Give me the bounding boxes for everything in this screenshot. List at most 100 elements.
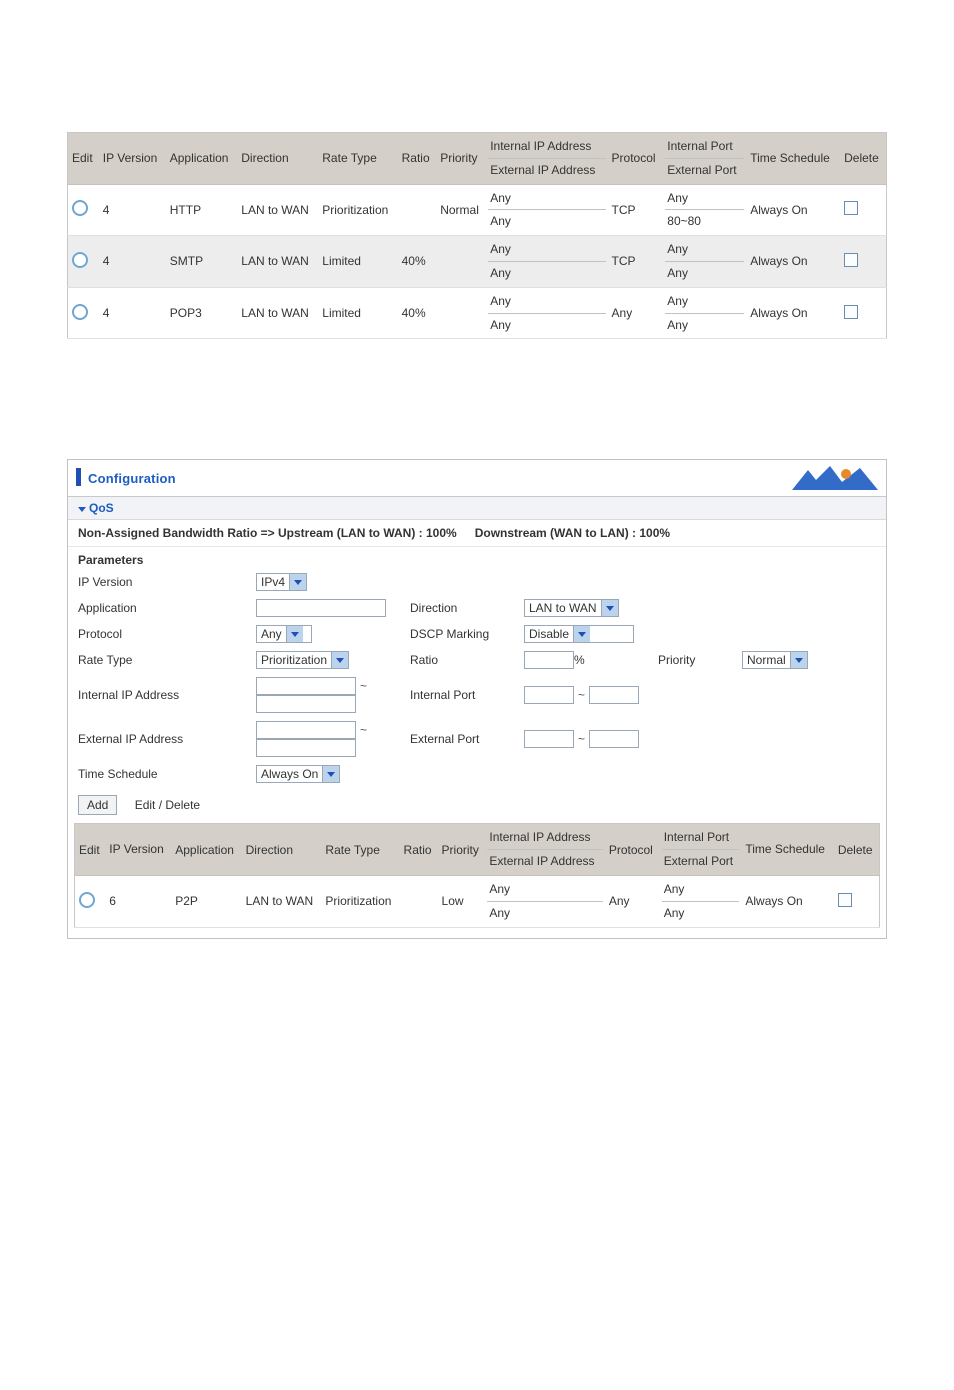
chevron-down-icon: [331, 652, 348, 668]
table-row: 4HTTPLAN to WANPrioritizationNormalAnyAn…: [68, 184, 887, 236]
cell-ts: Always On: [746, 184, 840, 236]
th-rate: Rate Type: [321, 824, 399, 876]
cell-prio: Low: [438, 875, 486, 927]
cell-prio: [436, 287, 486, 339]
cell-rate: Prioritization: [318, 184, 397, 236]
th-proto: Protocol: [608, 133, 664, 185]
cell-proto: Any: [605, 875, 660, 927]
th-ipver: IP Version: [99, 133, 166, 185]
edit-radio[interactable]: [72, 304, 88, 320]
internal-port-label: Internal Port: [410, 688, 520, 702]
external-ip-to[interactable]: [256, 739, 356, 757]
th-ts: Time Schedule: [741, 824, 833, 876]
chevron-down-icon: [286, 626, 303, 642]
cell-port: Any80~80: [663, 184, 746, 236]
protocol-label: Protocol: [78, 625, 256, 643]
cell-app: POP3: [166, 287, 238, 339]
cell-proto: TCP: [608, 184, 664, 236]
th-proto: Protocol: [605, 824, 660, 876]
delete-checkbox[interactable]: [844, 305, 858, 319]
cell-ipver: 6: [105, 875, 171, 927]
bandwidth-info: Non-Assigned Bandwidth Ratio => Upstream…: [68, 520, 886, 547]
cell-port: AnyAny: [663, 287, 746, 339]
th-ts: Time Schedule: [746, 133, 840, 185]
external-ip-label: External IP Address: [78, 721, 256, 757]
delete-checkbox[interactable]: [838, 893, 852, 907]
priority-select[interactable]: Normal: [742, 651, 808, 669]
th-del: Delete: [840, 133, 886, 185]
cell-ts: Always On: [746, 236, 840, 288]
panel-title: Configuration: [88, 471, 176, 486]
internal-ip-from[interactable]: [256, 677, 356, 695]
external-ip-from[interactable]: [256, 721, 356, 739]
th-ip: Internal IP AddressExternal IP Address: [486, 133, 607, 185]
cell-port: AnyAny: [660, 875, 742, 927]
application-label: Application: [78, 599, 256, 617]
external-port-from[interactable]: [524, 730, 574, 748]
cell-rate: Limited: [318, 236, 397, 288]
th-port: Internal PortExternal Port: [660, 824, 742, 876]
application-input[interactable]: [256, 599, 386, 617]
cell-ratio: [400, 875, 438, 927]
internal-port-to[interactable]: [589, 686, 639, 704]
cell-port: AnyAny: [663, 236, 746, 288]
ratio-label: Ratio: [410, 653, 520, 667]
table-row: 4SMTPLAN to WANLimited40%AnyAnyTCPAnyAny…: [68, 236, 887, 288]
dscp-label: DSCP Marking: [410, 627, 520, 641]
edit-radio[interactable]: [79, 892, 95, 908]
cell-proto: Any: [608, 287, 664, 339]
dscp-select[interactable]: Disable: [524, 625, 634, 643]
pct-label: %: [574, 653, 585, 667]
direction-select[interactable]: LAN to WAN: [524, 599, 619, 617]
cell-ipver: 4: [99, 184, 166, 236]
delete-checkbox[interactable]: [844, 253, 858, 267]
edit-radio[interactable]: [72, 252, 88, 268]
chevron-down-icon: [790, 652, 807, 668]
add-button[interactable]: Add: [78, 795, 117, 815]
th-prio: Priority: [436, 133, 486, 185]
chevron-down-icon: [601, 600, 618, 616]
priority-label: Priority: [658, 653, 738, 667]
internal-ip-to[interactable]: [256, 695, 356, 713]
cell-ratio: [398, 184, 437, 236]
edit-radio[interactable]: [72, 200, 88, 216]
panel-accent: [76, 468, 81, 486]
ratetype-label: Rate Type: [78, 651, 256, 669]
time-schedule-select[interactable]: Always On: [256, 765, 340, 783]
external-port-to[interactable]: [589, 730, 639, 748]
internal-ip-label: Internal IP Address: [78, 677, 256, 713]
cell-ratio: 40%: [398, 287, 437, 339]
th-del: Delete: [834, 824, 880, 876]
ratio-input[interactable]: [524, 651, 574, 669]
cell-ts: Always On: [746, 287, 840, 339]
cell-ip: AnyAny: [485, 875, 604, 927]
caret-down-icon: [78, 507, 86, 512]
cell-ratio: 40%: [398, 236, 437, 288]
th-ratio: Ratio: [400, 824, 438, 876]
cell-ipver: 4: [99, 236, 166, 288]
qos-rules-table-top: Edit IP Version Application Direction Ra…: [67, 132, 887, 339]
table-row: 6P2PLAN to WANPrioritizationLowAnyAnyAny…: [75, 875, 880, 927]
cell-dir: LAN to WAN: [237, 287, 318, 339]
th-ip: Internal IP AddressExternal IP Address: [485, 824, 604, 876]
th-prio: Priority: [438, 824, 486, 876]
cell-prio: [436, 236, 486, 288]
chevron-down-icon: [289, 574, 306, 590]
parameters-label: Parameters: [68, 547, 886, 573]
time-schedule-label: Time Schedule: [78, 765, 256, 783]
cell-ip: AnyAny: [486, 236, 607, 288]
cell-rate: Limited: [318, 287, 397, 339]
ratetype-select[interactable]: Prioritization: [256, 651, 349, 669]
cell-app: HTTP: [166, 184, 238, 236]
qos-section-header[interactable]: QoS: [68, 497, 886, 520]
chevron-down-icon: [322, 766, 339, 782]
cell-ip: AnyAny: [486, 184, 607, 236]
delete-checkbox[interactable]: [844, 201, 858, 215]
th-ratio: Ratio: [398, 133, 437, 185]
th-edit: Edit: [75, 824, 106, 876]
internal-port-from[interactable]: [524, 686, 574, 704]
cell-dir: LAN to WAN: [242, 875, 322, 927]
ipversion-select[interactable]: IPv4: [256, 573, 307, 591]
cell-ipver: 4: [99, 287, 166, 339]
protocol-select[interactable]: Any: [256, 625, 312, 643]
